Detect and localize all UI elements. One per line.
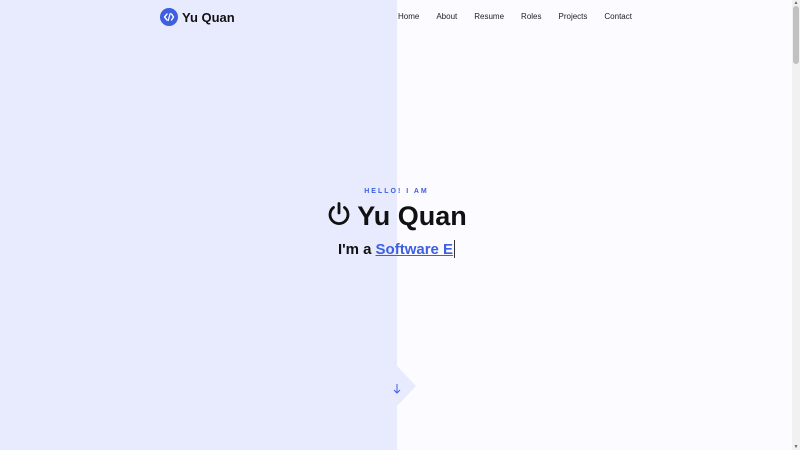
hero-name-row: Yu Quan (0, 201, 793, 232)
role-typed-text: Software E (375, 240, 454, 258)
nav-contact[interactable]: Contact (604, 12, 632, 21)
role-prefix: I'm a (337, 240, 372, 258)
scrollbar-thumb[interactable] (793, 6, 799, 64)
nav-resume[interactable]: Resume (474, 12, 504, 21)
brand-name: Yu Quan (182, 9, 235, 25)
arrow-down-icon[interactable] (391, 382, 403, 396)
page-scrollbar[interactable]: ▲ ▼ (792, 0, 800, 450)
code-slash-icon (160, 8, 178, 26)
hero-role-row: I'm a Software E (0, 240, 793, 258)
brand-logo[interactable]: Yu Quan (160, 8, 235, 26)
typing-cursor (454, 240, 456, 258)
hero-greeting: HELLO! I AM (364, 188, 429, 195)
nav-home[interactable]: Home (398, 12, 419, 21)
nav-projects[interactable]: Projects (559, 12, 588, 21)
nav-roles[interactable]: Roles (521, 12, 541, 21)
scroll-down-icon[interactable]: ▼ (793, 444, 799, 450)
power-icon (326, 201, 352, 232)
nav-about[interactable]: About (436, 12, 457, 21)
main-nav: Home About Resume Roles Projects Contact (398, 12, 649, 21)
hero-name: Yu Quan (357, 201, 467, 231)
